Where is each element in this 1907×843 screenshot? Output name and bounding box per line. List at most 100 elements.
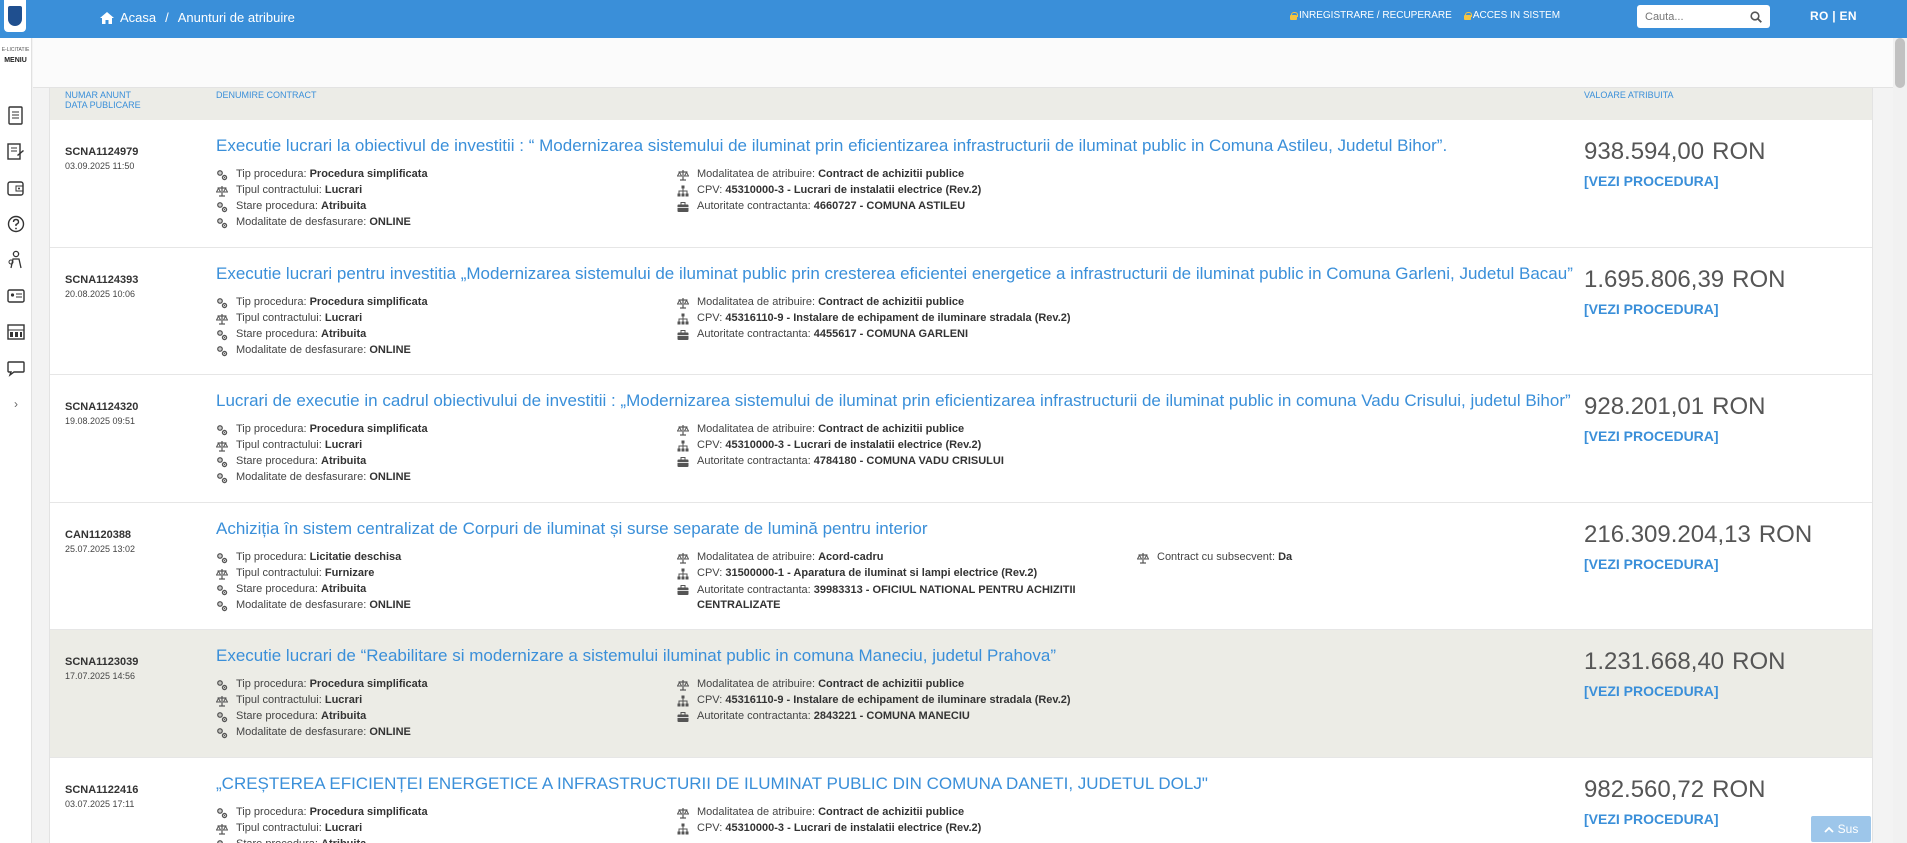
view-procedure-link[interactable]: [VEZI PROCEDURA] (1584, 173, 1719, 189)
detail-line: Modalitatea de atribuire: Contract de ac… (676, 423, 1117, 439)
detail-text: Modalitatea de atribuire: Contract de ac… (697, 296, 964, 308)
detail-label: Autoritate contractanta: (697, 583, 814, 596)
gears-icon (216, 552, 228, 564)
detail-value: 4660727 - COMUNA ASTILEU (813, 200, 966, 212)
detail-value: Contract de achizitii publice (818, 805, 965, 818)
site-logo[interactable] (4, 0, 26, 32)
detail-text: Tip procedura: Procedura simplificata (236, 806, 428, 818)
publication-date: 17.07.2025 14:56 (65, 671, 136, 681)
detail-line: Modalitate de desfasurare: ONLINE (216, 726, 666, 742)
view-procedure-link[interactable]: [VEZI PROCEDURA] (1584, 811, 1719, 827)
detail-value: Da (1278, 550, 1293, 563)
rail-list-edit-icon[interactable] (0, 134, 32, 170)
detail-text: Stare procedura: Atribuita (236, 838, 366, 843)
detail-label: Tip procedura: (236, 295, 310, 308)
contract-title-link[interactable]: Executie lucrari de “Reabilitare si mode… (216, 646, 1576, 666)
detail-label: CPV: (697, 566, 726, 579)
rail-users-icon[interactable] (0, 242, 32, 278)
rail-catalog-icon[interactable] (0, 314, 32, 350)
lock-icon (1290, 11, 1298, 20)
search-input[interactable] (1637, 6, 1737, 27)
rail-expand-chevron-icon[interactable]: › (0, 386, 32, 422)
gears-icon (216, 297, 228, 309)
announcement-id-cell: SCNA1124979 03.09.2025 11:50 (65, 146, 138, 171)
detail-text: Stare procedura: Atribuita (236, 710, 366, 722)
register-label: INREGISTRARE / RECUPERARE (1299, 10, 1452, 21)
gears-icon (216, 345, 228, 357)
search-icon[interactable] (1750, 10, 1762, 28)
menu-toggle[interactable]: MENIU (0, 57, 31, 64)
detail-value: 45316110-9 - Instalare de echipament de … (725, 311, 1071, 324)
detail-label: Stare procedura: (236, 455, 321, 467)
detail-value: Atribuita (321, 838, 366, 843)
view-procedure-link[interactable]: [VEZI PROCEDURA] (1584, 428, 1719, 444)
detail-line: CPV: 45310000-3 - Lucrari de instalatii … (677, 439, 1117, 455)
contract-title-link[interactable]: Executie lucrari la obiectivul de invest… (216, 136, 1576, 156)
detail-line: CPV: 31500000-1 - Aparatura de iluminat … (677, 567, 1117, 583)
detail-line: Stare procedura: Atribuita (216, 838, 666, 843)
announcement-id-cell: CAN1120388 25.07.2025 13:02 (65, 529, 135, 554)
view-procedure-link[interactable]: [VEZI PROCEDURA] (1584, 683, 1719, 699)
breadcrumb-home[interactable]: Acasa (120, 10, 156, 25)
header-contract: DENUMIRE CONTRACT (216, 90, 317, 100)
rail-chat-icon[interactable] (0, 350, 32, 386)
awarded-amount: 1.231.668,40 (1584, 648, 1725, 675)
publication-date: 25.07.2025 13:02 (65, 543, 136, 554)
detail-line: Tip procedura: Procedura simplificata (216, 678, 666, 694)
view-procedure-link[interactable]: [VEZI PROCEDURA] (1584, 301, 1719, 317)
briefcase-icon (677, 201, 689, 213)
detail-value: 31500000-1 - Aparatura de iluminat si la… (725, 566, 1038, 579)
detail-line: CPV: 45310000-3 - Lucrari de instalatii … (677, 822, 1117, 838)
rail-id-card-icon[interactable] (0, 278, 32, 314)
breadcrumb: Acasa / Anunturi de atribuire (100, 10, 295, 25)
rail-help-icon[interactable] (0, 206, 32, 242)
page-scrollbar[interactable] (1893, 38, 1907, 843)
scrollbar-thumb[interactable] (1895, 38, 1905, 88)
search-box (1637, 5, 1770, 28)
chevron-up-icon (1824, 822, 1834, 836)
announcement-number: SCNA1122416 (65, 783, 139, 796)
contract-title-link[interactable]: „CREȘTEREA EFICIENȚEI ENERGETICE A INFRA… (216, 774, 1576, 794)
home-icon[interactable] (100, 11, 114, 24)
detail-text: Tipul contractului: Lucrari (236, 822, 362, 834)
detail-text: Stare procedura: Atribuita (236, 328, 366, 340)
detail-line: Modalitate de desfasurare: ONLINE (216, 344, 666, 360)
briefcase-icon (677, 456, 689, 468)
detail-value: Procedura simplificata (309, 295, 428, 308)
details-column-procedure: Tip procedura: Procedura simplificata Tip… (215, 295, 666, 360)
detail-text: CPV: 45310000-3 - Lucrari de instalatii … (697, 822, 981, 834)
detail-label: Autoritate contractanta: (697, 710, 814, 722)
announcement-number: SCNA1124979 (65, 146, 139, 158)
results-table: NUMAR ANUNT DATA PUBLICARE DENUMIRE CONT… (49, 88, 1873, 843)
detail-label: Tipul contractului: (236, 184, 325, 196)
detail-line: Tip procedura: Licitatie deschisa (216, 551, 666, 567)
detail-line: Modalitate de desfasurare: ONLINE (216, 216, 666, 232)
detail-text: Stare procedura: Atribuita (236, 583, 366, 595)
currency-label: RON (1712, 393, 1766, 420)
detail-value: Atribuita (321, 200, 367, 212)
sitemap-icon (677, 440, 689, 452)
publication-date: 20.08.2025 10:06 (65, 288, 136, 299)
detail-line: Stare procedura: Atribuita (216, 455, 666, 471)
contract-title-link[interactable]: Lucrari de executie in cadrul obiectivul… (216, 391, 1576, 411)
rail-document-icon[interactable] (0, 98, 32, 134)
detail-value: ONLINE (369, 471, 411, 483)
register-link[interactable]: INREGISTRARE / RECUPERARE (1290, 10, 1452, 21)
detail-label: Tip procedura: (236, 550, 310, 563)
gears-icon (216, 727, 228, 739)
back-to-top-button[interactable]: Sus (1811, 816, 1871, 842)
detail-label: Tipul contractului: (236, 439, 325, 451)
detail-value: ONLINE (369, 343, 411, 356)
view-procedure-link[interactable]: [VEZI PROCEDURA] (1584, 556, 1719, 572)
detail-value: 45310000-3 - Lucrari de instalatii elect… (725, 821, 982, 834)
rail-wallet-icon[interactable] (0, 170, 32, 206)
contract-title-link[interactable]: Executie lucrari pentru investitia „Mode… (216, 264, 1576, 284)
contract-title-link[interactable]: Achiziția în sistem centralizat de Corpu… (216, 519, 1576, 539)
detail-line: Tip procedura: Procedura simplificata (216, 806, 666, 822)
detail-line: Modalitatea de atribuire: Acord-cadru (676, 551, 1117, 567)
login-link[interactable]: ACCES IN SISTEM (1463, 10, 1560, 21)
detail-line: CPV: 45316110-9 - Instalare de echipamen… (677, 694, 1117, 710)
detail-value: Lucrari (324, 311, 363, 324)
detail-text: Tipul contractului: Lucrari (236, 312, 362, 324)
language-switcher[interactable]: RO | EN (1810, 9, 1857, 23)
